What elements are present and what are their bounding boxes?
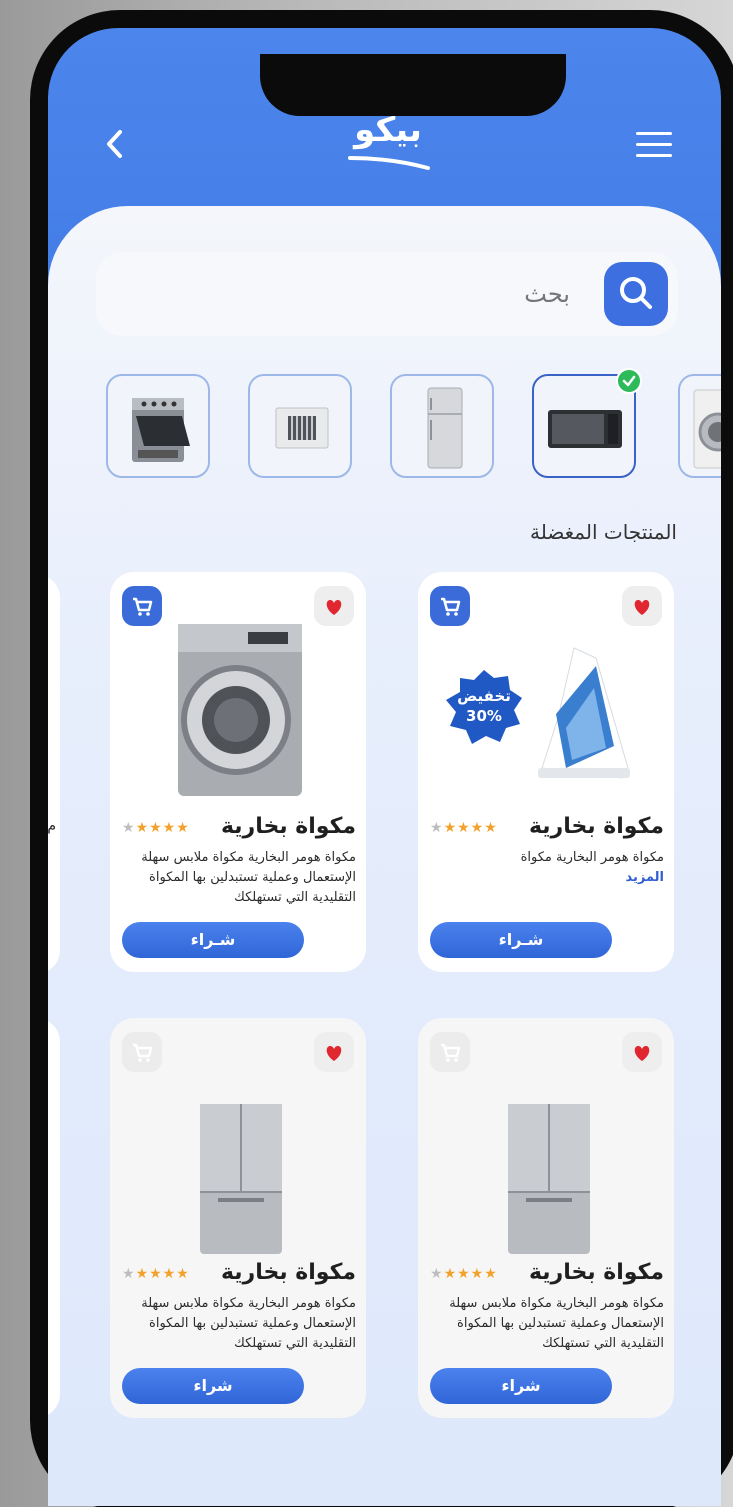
search-input[interactable] — [120, 270, 570, 318]
stove-icon — [132, 398, 190, 462]
refrigerator-icon — [427, 387, 463, 469]
content-sheet: المنتجات المغضلة م تخفيض 30% — [48, 206, 721, 1506]
category-washing-machine[interactable] — [678, 374, 721, 478]
selected-check-icon — [616, 368, 642, 394]
buy-button[interactable]: شراء — [122, 1368, 304, 1404]
washing-machine-icon — [693, 389, 721, 469]
product-description: مكواة هومر البخارية مكواة المزيد — [428, 848, 664, 888]
rating-stars: ★★★★★ — [430, 1266, 498, 1282]
product-title: مكواة بخارية — [220, 814, 356, 839]
more-link[interactable]: المزيد — [428, 868, 664, 888]
hamburger-menu-icon — [636, 132, 672, 135]
refrigerator-image — [508, 1104, 590, 1254]
chevron-left-icon — [107, 130, 122, 158]
category-microwave[interactable] — [532, 368, 642, 478]
menu-button[interactable] — [636, 132, 672, 158]
category-air-conditioner[interactable] — [248, 374, 352, 478]
brand-logo: بيكو — [328, 108, 448, 178]
rating-stars: ★★★★★ — [430, 820, 498, 836]
product-card[interactable]: مكواة بخارية ★★★★★ مكواة هومر البخارية م… — [418, 1018, 674, 1418]
product-description: مكواة هومر البخارية مكواة ملابس سهلة الإ… — [141, 1296, 356, 1351]
product-description: مكواة هومر البخارية مكواة ملابس سهلة الإ… — [449, 1296, 664, 1351]
buy-button[interactable]: شراء — [430, 1368, 612, 1404]
product-title: مكواة بخارية — [220, 1260, 356, 1285]
discount-text: تخفيض 30% — [457, 687, 511, 725]
product-card[interactable]: مكواة بخارية ★★★★★ مكواة هومر البخارية م… — [110, 572, 366, 972]
category-strip — [48, 368, 721, 480]
search-button[interactable] — [604, 262, 668, 326]
product-card[interactable]: تخفيض 30% مكواة بخارية ★★★★★ مكواة هومر … — [418, 572, 674, 972]
discount-badge: تخفيض 30% — [442, 668, 526, 748]
section-title: المنتجات المغضلة — [529, 520, 677, 544]
back-button[interactable] — [100, 126, 130, 162]
rating-stars: ★★★★★ — [122, 1266, 190, 1282]
search-bar — [96, 252, 678, 336]
refrigerator-image — [200, 1104, 282, 1254]
category-refrigerator[interactable] — [390, 374, 494, 478]
air-conditioner-icon — [275, 407, 329, 449]
partial-product-card: م — [48, 574, 60, 974]
buy-button[interactable]: شـراء — [122, 922, 304, 958]
rating-stars: ★★★★★ — [122, 820, 190, 836]
partial-product-card — [48, 1018, 60, 1418]
notch — [260, 54, 566, 116]
product-title: مكواة بخارية — [528, 814, 664, 839]
washing-machine-image — [178, 624, 302, 796]
search-icon — [620, 277, 652, 309]
brand-swoosh-icon — [348, 156, 430, 170]
category-stove[interactable] — [106, 374, 210, 478]
product-title: مكواة بخارية — [528, 1260, 664, 1285]
product-card[interactable]: مكواة بخارية ★★★★★ مكواة هومر البخارية م… — [110, 1018, 366, 1418]
buy-button[interactable]: شـراء — [430, 922, 612, 958]
product-description: مكواة هومر البخارية مكواة ملابس سهلة الإ… — [141, 850, 356, 905]
